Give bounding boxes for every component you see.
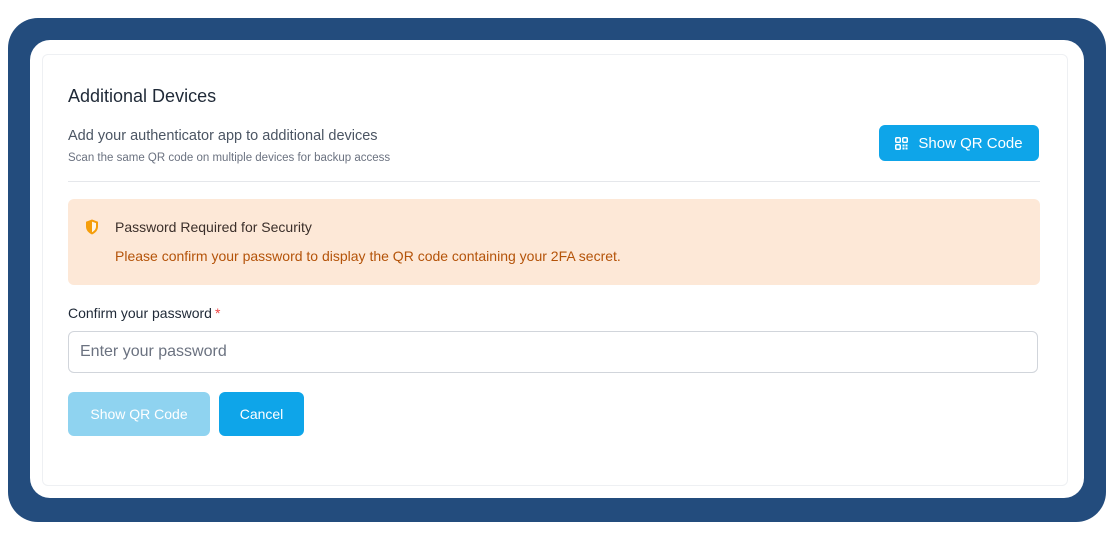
submit-show-qr-code-button[interactable]: Show QR Code [68,392,210,436]
alert-message: Please confirm your password to display … [115,248,621,264]
password-input[interactable] [68,331,1038,373]
shield-icon [85,219,99,235]
password-field-label: Confirm your password * [68,305,220,321]
cancel-button[interactable]: Cancel [219,392,304,436]
required-marker: * [214,305,221,321]
qr-code-icon [895,136,909,150]
password-required-alert: Password Required for Security Please co… [68,199,1040,285]
content-panel: Additional Devices Add your authenticato… [30,40,1084,498]
section-title: Additional Devices [68,86,217,106]
password-label-text: Confirm your password [68,305,212,321]
divider [68,181,1040,182]
show-qr-code-button[interactable]: Show QR Code [879,125,1039,161]
section-subdescription: Scan the same QR code on multiple device… [68,152,391,164]
additional-devices-card: Additional Devices Add your authenticato… [42,54,1068,486]
alert-title: Password Required for Security [115,219,312,235]
section-description: Add your authenticator app to additional… [68,128,378,144]
outer-frame: Additional Devices Add your authenticato… [8,18,1106,522]
show-qr-code-button-label: Show QR Code [918,134,1023,152]
